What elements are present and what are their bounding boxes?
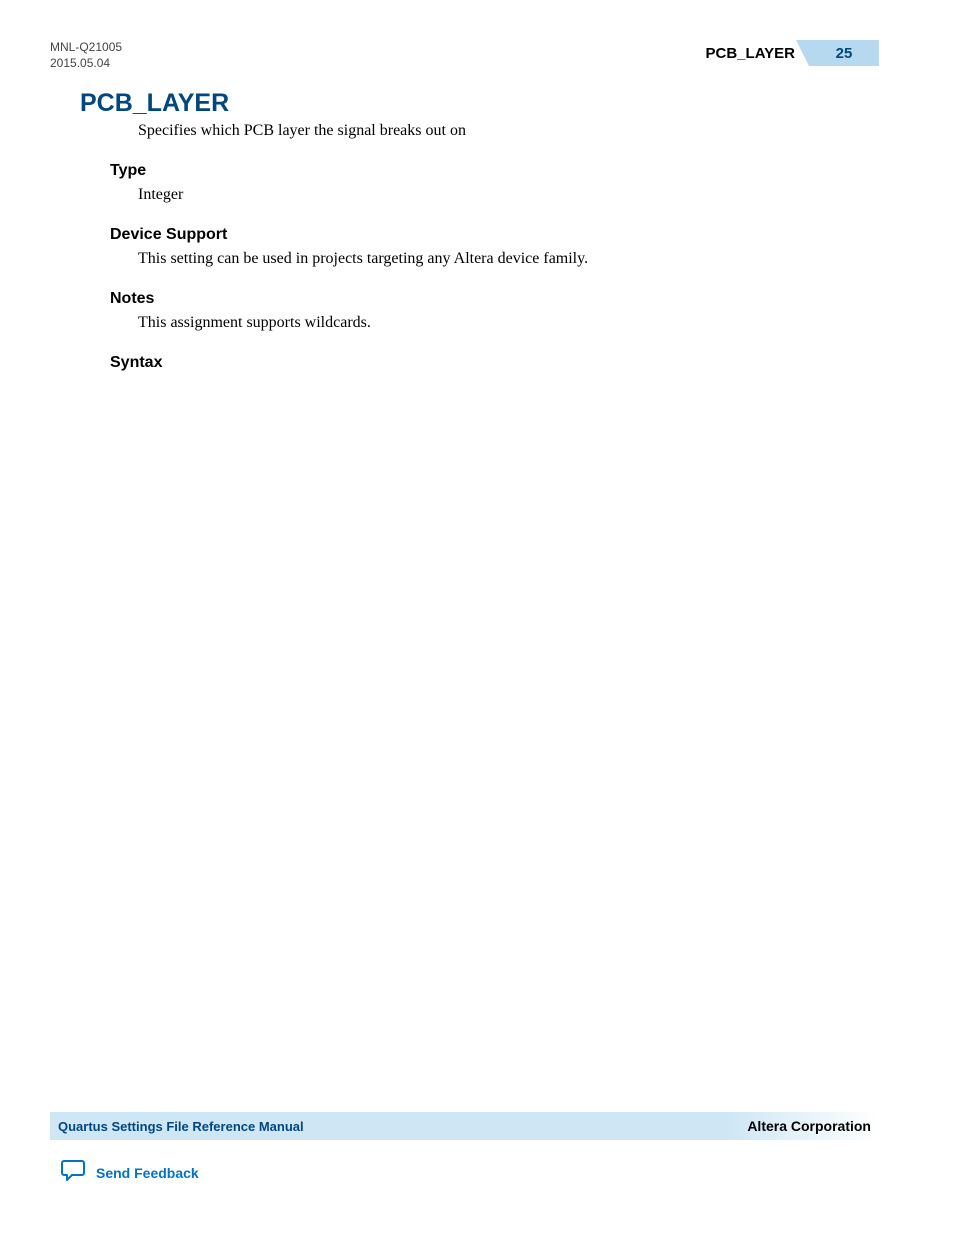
section-body-device-support: This setting can be used in projects tar… [138, 250, 879, 268]
header-doc-meta: MNL-Q21005 2015.05.04 [50, 40, 122, 71]
header-page-meta: PCB_LAYER 25 [706, 40, 879, 66]
page-header: MNL-Q21005 2015.05.04 PCB_LAYER 25 [50, 40, 879, 71]
footer-bar: Quartus Settings File Reference Manual A… [50, 1112, 879, 1140]
section-heading-type: Type [110, 162, 879, 180]
section-heading-notes: Notes [110, 290, 879, 308]
speech-bubble-icon [60, 1158, 86, 1187]
header-section-name: PCB_LAYER [706, 45, 809, 62]
send-feedback-label: Send Feedback [96, 1165, 199, 1181]
footer-manual-title[interactable]: Quartus Settings File Reference Manual [58, 1119, 304, 1134]
section-body-type: Integer [138, 186, 879, 204]
section-body-notes: This assignment supports wildcards. [138, 314, 879, 332]
footer-company: Altera Corporation [747, 1118, 871, 1134]
section-heading-device-support: Device Support [110, 226, 879, 244]
doc-id: MNL-Q21005 [50, 40, 122, 56]
section-heading-syntax: Syntax [110, 354, 879, 372]
page-number-badge: 25 [809, 40, 879, 66]
page-description: Specifies which PCB layer the signal bre… [138, 122, 879, 140]
doc-date: 2015.05.04 [50, 56, 122, 72]
page-title: PCB_LAYER [80, 89, 879, 118]
main-content: PCB_LAYER Specifies which PCB layer the … [50, 89, 879, 372]
send-feedback-link[interactable]: Send Feedback [60, 1158, 199, 1187]
